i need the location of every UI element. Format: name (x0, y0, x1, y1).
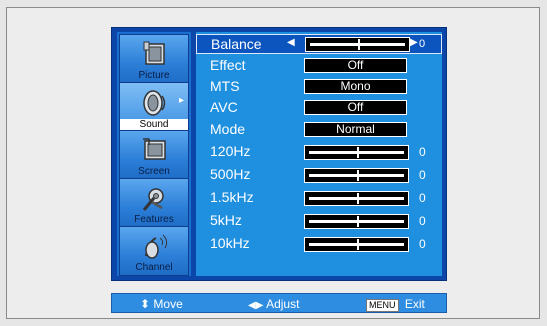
help-adjust-label: Adjust (266, 297, 300, 311)
help-exit: MENU Exit (366, 297, 425, 312)
eq-band-label: 500Hz (210, 166, 251, 182)
help-move: ⬍ Move (140, 297, 183, 311)
effect-value[interactable]: Off (304, 58, 407, 73)
balance-row[interactable]: Balance ◀ ▶ 0 (196, 34, 442, 54)
left-right-arrow-icon: ◀▶ (248, 300, 264, 311)
avc-value[interactable]: Off (304, 100, 407, 115)
eq-band-label: 10kHz (210, 235, 250, 251)
eq-1-5khz-row[interactable]: 1.5kHz 0 (196, 188, 442, 208)
eq-value: 0 (419, 145, 426, 159)
mode-row[interactable]: Mode Normal (196, 120, 442, 140)
category-sidebar: Picture ▸ Sound Screen Features Channel (117, 32, 191, 276)
picture-icon (143, 41, 165, 65)
sound-osd-panel: Picture ▸ Sound Screen Features Channel … (111, 27, 447, 281)
slider-thumb[interactable] (358, 39, 360, 50)
eq-band-label: 5kHz (210, 212, 242, 228)
eq-value: 0 (419, 191, 426, 205)
effect-row[interactable]: Effect Off (196, 56, 442, 76)
avc-label: AVC (210, 99, 238, 115)
mode-label: Mode (210, 121, 246, 137)
slider-thumb[interactable] (357, 216, 359, 227)
eq-value: 0 (419, 214, 426, 228)
help-adjust: ◀▶ Adjust (248, 297, 299, 311)
eq-band-label: 1.5kHz (210, 189, 254, 205)
eq-500hz-slider[interactable] (304, 168, 409, 183)
avc-row[interactable]: AVC Off (196, 98, 442, 118)
sidebar-item-screen[interactable]: Screen (119, 130, 189, 180)
eq-value: 0 (419, 237, 426, 251)
help-exit-label: Exit (404, 297, 425, 311)
screen-icon (143, 138, 166, 160)
slider-thumb[interactable] (357, 170, 359, 181)
mts-row[interactable]: MTS Mono (196, 77, 442, 97)
slider-thumb[interactable] (357, 147, 359, 158)
eq-120hz-row[interactable]: 120Hz 0 (196, 142, 442, 162)
sidebar-item-channel[interactable]: Channel (119, 226, 189, 276)
menu-key-badge: MENU (366, 299, 399, 312)
sound-settings-list: Balance ◀ ▶ 0 Effect Off MTS Mono AVC Of… (196, 32, 442, 276)
slider-thumb[interactable] (357, 193, 359, 204)
balance-label: Balance (211, 36, 262, 52)
effect-label: Effect (210, 57, 246, 73)
help-bar: ⬍ Move ◀▶ Adjust MENU Exit (111, 293, 447, 313)
balance-value: 0 (419, 38, 426, 50)
antenna-icon (145, 234, 168, 259)
mts-value[interactable]: Mono (304, 79, 407, 94)
arrow-left-icon[interactable]: ◀ (287, 37, 295, 48)
sidebar-item-label: Features (134, 214, 174, 225)
chevron-right-icon: ▸ (178, 95, 184, 106)
arrow-right-icon[interactable]: ▶ (410, 37, 418, 48)
eq-5khz-slider[interactable] (304, 214, 409, 229)
speaker-icon (143, 90, 166, 116)
eq-5khz-row[interactable]: 5kHz 0 (196, 211, 442, 231)
mode-value[interactable]: Normal (304, 122, 407, 137)
eq-value: 0 (419, 168, 426, 182)
balance-slider[interactable] (305, 37, 410, 52)
sidebar-item-picture[interactable]: Picture (119, 34, 189, 84)
up-down-arrow-icon: ⬍ (140, 297, 151, 311)
eq-10khz-slider[interactable] (304, 237, 409, 252)
sidebar-item-label: Channel (135, 262, 173, 273)
features-icon (142, 188, 164, 211)
mts-label: MTS (210, 78, 240, 94)
slider-thumb[interactable] (357, 239, 359, 250)
sidebar-item-label: Screen (138, 166, 170, 177)
eq-120hz-slider[interactable] (304, 145, 409, 160)
sidebar-item-sound[interactable]: ▸ Sound (119, 82, 189, 132)
sidebar-item-features[interactable]: Features (119, 178, 189, 228)
sidebar-item-label: Picture (138, 70, 170, 81)
eq-1-5khz-slider[interactable] (304, 191, 409, 206)
help-move-label: Move (153, 297, 183, 311)
eq-500hz-row[interactable]: 500Hz 0 (196, 165, 442, 185)
eq-10khz-row[interactable]: 10kHz 0 (196, 234, 442, 254)
eq-band-label: 120Hz (210, 143, 251, 159)
